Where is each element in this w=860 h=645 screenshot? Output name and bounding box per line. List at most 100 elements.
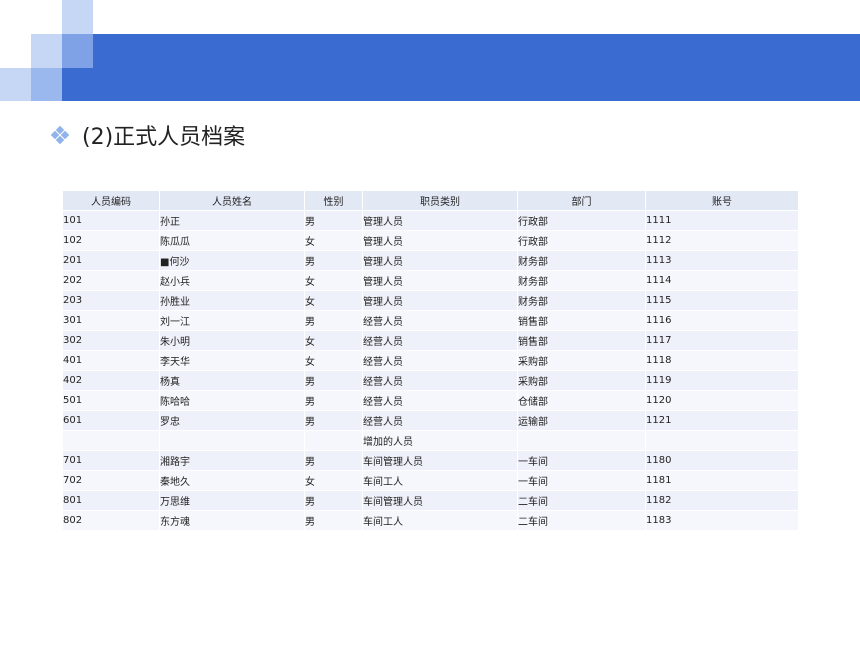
cell-account: 1114 bbox=[645, 270, 799, 291]
cell-staff-category: 车间工人 bbox=[362, 510, 518, 531]
cell-staff-code: 102 bbox=[62, 230, 160, 251]
cell-account: 1115 bbox=[645, 290, 799, 311]
table-row: 402 杨真男经营人员 采购部 1119 bbox=[62, 370, 799, 391]
cell-staff-code: 802 bbox=[62, 510, 160, 531]
cell-staff-category: 车间管理人员 bbox=[362, 450, 518, 471]
table-row: 802 东方魂男车间工人 二车间 1183 bbox=[62, 510, 799, 531]
cell-department: 销售部 bbox=[517, 310, 646, 331]
cell-gender: 女 bbox=[304, 470, 363, 491]
table-row: 702 秦地久女车间工人 一车间 1181 bbox=[62, 470, 799, 491]
cell-account: 1119 bbox=[645, 370, 799, 391]
cell-account: 1118 bbox=[645, 350, 799, 371]
cell-staff-category: 管理人员 bbox=[362, 250, 518, 271]
diamond-bullet-icon bbox=[50, 125, 70, 145]
cell-account: 1113 bbox=[645, 250, 799, 271]
page-title: (2)正式人员档案 bbox=[82, 125, 246, 150]
cell-staff-category: 管理人员 bbox=[362, 230, 518, 251]
header-staff-name: 人员姓名 bbox=[159, 190, 305, 211]
cell-staff-code: 402 bbox=[62, 370, 160, 391]
cell-account: 1181 bbox=[645, 470, 799, 491]
cell-gender: 女 bbox=[304, 350, 363, 371]
cell-account: 1112 bbox=[645, 230, 799, 251]
cell-staff-category: 增加的人员 bbox=[362, 430, 518, 451]
decor-square bbox=[62, 34, 93, 68]
cell-staff-name: 刘一江 bbox=[159, 310, 305, 331]
cell-staff-code: 201 bbox=[62, 250, 160, 271]
cell-department: 行政部 bbox=[517, 230, 646, 251]
table-row: 202 赵小兵女管理人员 财务部 1114 bbox=[62, 270, 799, 291]
slide-title: (2)正式人员档案 bbox=[50, 118, 246, 152]
header-staff-category: 职员类别 bbox=[362, 190, 518, 211]
cell-staff-code bbox=[62, 430, 160, 451]
cell-account: 1121 bbox=[645, 410, 799, 431]
cell-staff-category: 管理人员 bbox=[362, 290, 518, 311]
cell-staff-name: 朱小明 bbox=[159, 330, 305, 351]
cell-staff-name: 杨真 bbox=[159, 370, 305, 391]
cell-department: 一车间 bbox=[517, 470, 646, 491]
header-account: 账号 bbox=[645, 190, 799, 211]
table-row: 203 孙胜业女管理人员 财务部 1115 bbox=[62, 290, 799, 311]
cell-department: 二车间 bbox=[517, 490, 646, 511]
cell-staff-code: 702 bbox=[62, 470, 160, 491]
cell-staff-code: 302 bbox=[62, 330, 160, 351]
cell-account: 1120 bbox=[645, 390, 799, 411]
cell-department: 财务部 bbox=[517, 290, 646, 311]
cell-gender: 男 bbox=[304, 490, 363, 511]
cell-gender bbox=[304, 430, 363, 451]
cell-gender: 男 bbox=[304, 410, 363, 431]
cell-staff-name bbox=[159, 430, 305, 451]
cell-gender: 男 bbox=[304, 210, 363, 231]
cell-gender: 男 bbox=[304, 450, 363, 471]
cell-staff-name: 湘路宇 bbox=[159, 450, 305, 471]
table-row: 501 陈哈哈男经营人员 仓储部 1120 bbox=[62, 390, 799, 411]
cell-gender: 男 bbox=[304, 370, 363, 391]
cell-account bbox=[645, 430, 799, 451]
cell-gender: 女 bbox=[304, 230, 363, 251]
decor-square bbox=[0, 68, 31, 101]
cell-staff-category: 经营人员 bbox=[362, 350, 518, 371]
cell-gender: 女 bbox=[304, 270, 363, 291]
cell-account: 1117 bbox=[645, 330, 799, 351]
cell-staff-code: 401 bbox=[62, 350, 160, 371]
table-row: 102 陈瓜瓜女管理人员 行政部 1112 bbox=[62, 230, 799, 251]
cell-account: 1182 bbox=[645, 490, 799, 511]
cell-staff-code: 801 bbox=[62, 490, 160, 511]
cell-account: 1183 bbox=[645, 510, 799, 531]
cell-gender: 男 bbox=[304, 250, 363, 271]
cell-staff-category: 车间管理人员 bbox=[362, 490, 518, 511]
cell-staff-code: 202 bbox=[62, 270, 160, 291]
cell-staff-category: 管理人员 bbox=[362, 210, 518, 231]
decor-square bbox=[31, 34, 62, 68]
cell-staff-category: 经营人员 bbox=[362, 410, 518, 431]
cell-staff-category: 经营人员 bbox=[362, 370, 518, 391]
cell-gender: 男 bbox=[304, 510, 363, 531]
table-row: 增加的人员 bbox=[62, 430, 799, 451]
cell-department: 采购部 bbox=[517, 350, 646, 371]
cell-staff-category: 经营人员 bbox=[362, 390, 518, 411]
decor-square bbox=[62, 0, 93, 34]
table-row: 701 湘路宇男车间管理人员 一车间 1180 bbox=[62, 450, 799, 471]
cell-staff-category: 经营人员 bbox=[362, 330, 518, 351]
cell-staff-name: 罗忠 bbox=[159, 410, 305, 431]
table-row: 101 孙正男管理人员 行政部 1111 bbox=[62, 210, 799, 231]
cell-staff-code: 101 bbox=[62, 210, 160, 231]
cell-gender: 女 bbox=[304, 290, 363, 311]
cell-gender: 女 bbox=[304, 330, 363, 351]
table-row: 201 ■何沙男管理人员 财务部 1113 bbox=[62, 250, 799, 271]
table-row: 601 罗忠男经营人员 运输部 1121 bbox=[62, 410, 799, 431]
table-row: 801 万思维男车间管理人员 二车间 1182 bbox=[62, 490, 799, 511]
cell-department: 仓储部 bbox=[517, 390, 646, 411]
table-body: 101 孙正男管理人员 行政部 1111 102 陈瓜瓜女管理人员 行政部 1112 201 ■何… bbox=[62, 210, 799, 531]
header-banner bbox=[62, 34, 860, 101]
cell-staff-name: 孙胜业 bbox=[159, 290, 305, 311]
table-row: 401 李天华女经营人员 采购部 1118 bbox=[62, 350, 799, 371]
cell-department: 采购部 bbox=[517, 370, 646, 391]
cell-staff-category: 经营人员 bbox=[362, 310, 518, 331]
staff-table: 人员编码 人员姓名 性别 职员类别 部门 账号 101 孙正男管理人员 行政部 111… bbox=[62, 190, 799, 531]
decor-square bbox=[31, 68, 62, 101]
cell-department: 运输部 bbox=[517, 410, 646, 431]
cell-department: 一车间 bbox=[517, 450, 646, 471]
cell-staff-name: 秦地久 bbox=[159, 470, 305, 491]
cell-staff-code: 203 bbox=[62, 290, 160, 311]
cell-staff-name: 陈哈哈 bbox=[159, 390, 305, 411]
